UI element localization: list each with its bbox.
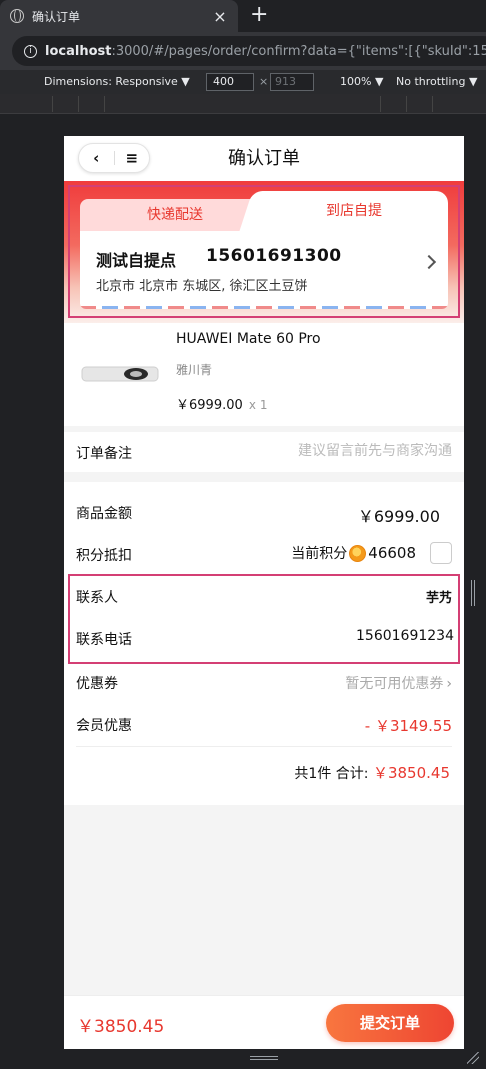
- resize-handle-corner[interactable]: [467, 1052, 479, 1064]
- width-input[interactable]: 400: [206, 73, 254, 91]
- goods-amount-row: 商品金额 ￥6999.00: [64, 492, 464, 534]
- total-label: 合计:: [335, 766, 369, 782]
- product-variant: 雅川青: [176, 363, 213, 377]
- product-price-value: ￥6999.00: [176, 398, 243, 413]
- browser-tab-bar: 确认订单 × +: [0, 0, 486, 32]
- zoom-dropdown[interactable]: 100% ▼: [340, 75, 383, 88]
- tab-title: 确认订单: [32, 9, 81, 24]
- dimension-separator: ×: [259, 75, 269, 88]
- total-line: 共1件 合计: ￥3850.45: [294, 762, 450, 783]
- total-amount: ￥3850.45: [372, 764, 450, 782]
- product-name: HUAWEI Mate 60 Pro: [176, 331, 321, 347]
- current-points-label: 当前积分: [291, 546, 348, 562]
- device-toolbar: Dimensions: Responsive ▼ 400 × 913 100% …: [0, 70, 486, 94]
- annotation-highlight-box: [68, 185, 460, 318]
- current-points-value: 46608: [368, 544, 416, 562]
- coupon-label: 优惠券: [76, 676, 118, 692]
- media-query-ruler: [0, 94, 486, 114]
- points-checkbox[interactable]: [430, 542, 452, 564]
- url-host: localhost: [45, 43, 112, 59]
- order-remark-row: 订单备注: [64, 432, 464, 472]
- product-item: HUAWEI Mate 60 Pro 雅川青 ￥6999.00 x 1: [64, 323, 464, 426]
- coin-icon: [349, 544, 367, 562]
- points-info: 当前积分 46608: [291, 542, 452, 564]
- points-deduction-label: 积分抵扣: [76, 548, 132, 564]
- menu-icon[interactable]: ≡: [114, 149, 149, 167]
- nav-capsule: ‹ ≡: [78, 143, 150, 173]
- navigation-bar: 确认订单 ‹ ≡: [64, 136, 464, 181]
- points-deduction-row: 积分抵扣 当前积分 46608: [64, 534, 464, 576]
- member-discount-value: - ￥3149.55: [364, 717, 452, 735]
- goods-amount-label: 商品金额: [76, 506, 132, 522]
- browser-tab[interactable]: 确认订单 ×: [0, 0, 238, 32]
- url-path: :3000/#/pages/order/confirm?data={"items…: [111, 43, 486, 59]
- address-bar[interactable]: i localhost :3000/#/pages/order/confirm?…: [12, 36, 486, 66]
- chevron-right-icon: ›: [446, 676, 452, 692]
- height-input[interactable]: 913: [270, 73, 314, 91]
- back-icon[interactable]: ‹: [79, 149, 114, 167]
- submit-order-button[interactable]: 提交订单: [326, 1004, 454, 1042]
- coupon-row[interactable]: 优惠券 暂无可用优惠券 ›: [64, 662, 464, 704]
- resize-handle-right[interactable]: [471, 580, 475, 606]
- total-count: 共1件: [294, 766, 332, 782]
- member-discount-row: 会员优惠 - ￥3149.55: [64, 704, 464, 746]
- product-image: [81, 366, 159, 382]
- member-discount-label: 会员优惠: [76, 718, 132, 734]
- order-summary: 商品金额 ￥6999.00 积分抵扣 当前积分 46608 联系人 芋艿 联系电…: [64, 482, 464, 805]
- tab-close-icon[interactable]: ×: [212, 7, 228, 26]
- globe-icon: [10, 9, 24, 23]
- remark-label: 订单备注: [76, 446, 132, 462]
- bottom-action-bar: ￥3850.45 提交订单: [64, 995, 464, 1049]
- coupon-value: 暂无可用优惠券 ›: [345, 673, 452, 693]
- new-tab-button[interactable]: +: [250, 4, 268, 26]
- product-quantity: x 1: [248, 398, 268, 412]
- remark-input[interactable]: [222, 443, 452, 459]
- throttling-dropdown[interactable]: No throttling ▼: [396, 75, 477, 88]
- product-price: ￥6999.00 x 1: [176, 394, 267, 413]
- info-icon[interactable]: i: [24, 44, 37, 58]
- url-bar: i localhost :3000/#/pages/order/confirm?…: [0, 32, 486, 70]
- dimensions-dropdown[interactable]: Dimensions: Responsive ▼: [44, 75, 190, 88]
- divider: [76, 746, 452, 747]
- coupon-status: 暂无可用优惠券: [345, 676, 444, 692]
- goods-amount-value: ￥6999.00: [357, 507, 440, 526]
- annotation-highlight-box: [68, 574, 460, 664]
- mobile-page: 确认订单 ‹ ≡ 快递配送 到店自提 测试自提点 15601691300 北京市…: [64, 136, 464, 1049]
- payable-amount: ￥3850.45: [77, 1017, 165, 1037]
- resize-handle-bottom[interactable]: [250, 1056, 278, 1060]
- delivery-section: 快递配送 到店自提 测试自提点 15601691300 北京市 北京市 东城区,…: [64, 181, 464, 323]
